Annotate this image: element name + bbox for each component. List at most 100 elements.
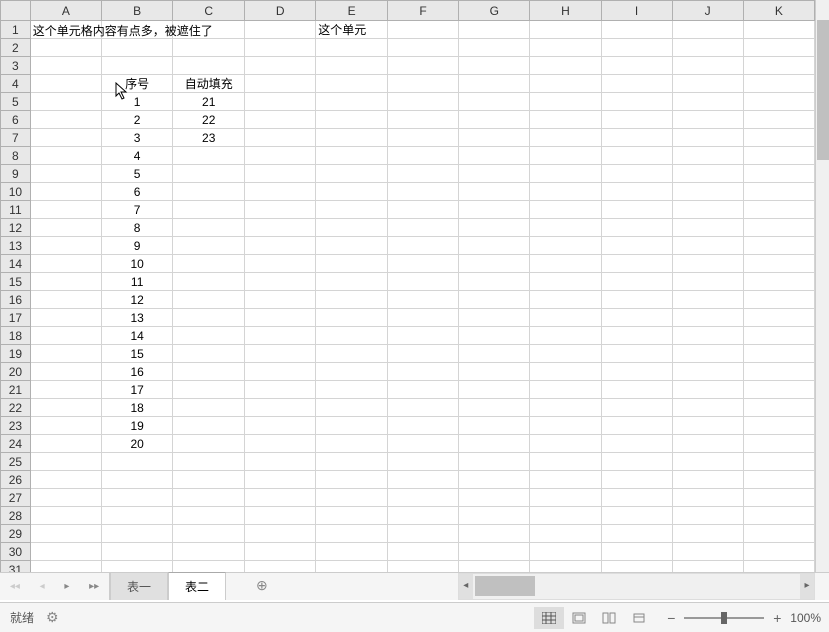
cell-I13[interactable] bbox=[601, 237, 672, 255]
cell-E26[interactable] bbox=[316, 471, 388, 489]
column-header-H[interactable]: H bbox=[530, 1, 601, 21]
cell-C17[interactable] bbox=[173, 309, 245, 327]
cell-H4[interactable] bbox=[530, 75, 601, 93]
cell-G11[interactable] bbox=[459, 201, 530, 219]
column-header-A[interactable]: A bbox=[30, 1, 101, 21]
cell-D11[interactable] bbox=[245, 201, 316, 219]
cell-J31[interactable] bbox=[672, 561, 743, 573]
cell-A19[interactable] bbox=[30, 345, 101, 363]
cell-E18[interactable] bbox=[316, 327, 388, 345]
cell-D4[interactable] bbox=[245, 75, 316, 93]
zoom-in-button[interactable]: + bbox=[770, 610, 784, 626]
cell-F23[interactable] bbox=[388, 417, 459, 435]
cell-F28[interactable] bbox=[388, 507, 459, 525]
cell-G13[interactable] bbox=[459, 237, 530, 255]
row-header-19[interactable]: 19 bbox=[1, 345, 31, 363]
cell-E5[interactable] bbox=[316, 93, 388, 111]
row-header-10[interactable]: 10 bbox=[1, 183, 31, 201]
cell-I16[interactable] bbox=[601, 291, 672, 309]
cell-H30[interactable] bbox=[530, 543, 601, 561]
tab-nav-prev-icon[interactable]: ◂ bbox=[40, 581, 45, 592]
cell-A2[interactable] bbox=[30, 39, 101, 57]
cell-K25[interactable] bbox=[743, 453, 814, 471]
cell-E10[interactable] bbox=[316, 183, 388, 201]
cell-D14[interactable] bbox=[245, 255, 316, 273]
cell-G6[interactable] bbox=[459, 111, 530, 129]
cell-A21[interactable] bbox=[30, 381, 101, 399]
cell-C25[interactable] bbox=[173, 453, 245, 471]
row-header-4[interactable]: 4 bbox=[1, 75, 31, 93]
cell-J11[interactable] bbox=[672, 201, 743, 219]
cell-D15[interactable] bbox=[245, 273, 316, 291]
cell-E1[interactable]: 这个单元 bbox=[316, 21, 388, 39]
cell-A22[interactable] bbox=[30, 399, 101, 417]
cell-E3[interactable] bbox=[316, 57, 388, 75]
cell-D3[interactable] bbox=[245, 57, 316, 75]
cell-F11[interactable] bbox=[388, 201, 459, 219]
cell-D20[interactable] bbox=[245, 363, 316, 381]
cell-E7[interactable] bbox=[316, 129, 388, 147]
cell-G16[interactable] bbox=[459, 291, 530, 309]
cell-A16[interactable] bbox=[30, 291, 101, 309]
view-page-break-button[interactable] bbox=[594, 607, 624, 629]
column-header-F[interactable]: F bbox=[388, 1, 459, 21]
cell-J3[interactable] bbox=[672, 57, 743, 75]
cell-K6[interactable] bbox=[743, 111, 814, 129]
cell-F30[interactable] bbox=[388, 543, 459, 561]
cell-C24[interactable] bbox=[173, 435, 245, 453]
cell-B17[interactable]: 13 bbox=[101, 309, 172, 327]
row-header-7[interactable]: 7 bbox=[1, 129, 31, 147]
cell-G27[interactable] bbox=[459, 489, 530, 507]
cell-J6[interactable] bbox=[672, 111, 743, 129]
cell-E6[interactable] bbox=[316, 111, 388, 129]
cell-A1[interactable]: 这个单元格内容有点多，被遮住了 bbox=[30, 21, 101, 39]
cell-H28[interactable] bbox=[530, 507, 601, 525]
cell-J18[interactable] bbox=[672, 327, 743, 345]
cell-D30[interactable] bbox=[245, 543, 316, 561]
cell-A14[interactable] bbox=[30, 255, 101, 273]
cell-B7[interactable]: 3 bbox=[101, 129, 172, 147]
row-header-27[interactable]: 27 bbox=[1, 489, 31, 507]
cell-C9[interactable] bbox=[173, 165, 245, 183]
cell-D26[interactable] bbox=[245, 471, 316, 489]
cell-J10[interactable] bbox=[672, 183, 743, 201]
column-header-C[interactable]: C bbox=[173, 1, 245, 21]
cell-H14[interactable] bbox=[530, 255, 601, 273]
cell-E24[interactable] bbox=[316, 435, 388, 453]
cell-D19[interactable] bbox=[245, 345, 316, 363]
cell-B24[interactable]: 20 bbox=[101, 435, 172, 453]
cell-I19[interactable] bbox=[601, 345, 672, 363]
cell-B30[interactable] bbox=[101, 543, 172, 561]
cell-J26[interactable] bbox=[672, 471, 743, 489]
cell-J8[interactable] bbox=[672, 147, 743, 165]
cell-G30[interactable] bbox=[459, 543, 530, 561]
cell-D31[interactable] bbox=[245, 561, 316, 573]
cell-K13[interactable] bbox=[743, 237, 814, 255]
cell-E27[interactable] bbox=[316, 489, 388, 507]
cell-A15[interactable] bbox=[30, 273, 101, 291]
cell-D5[interactable] bbox=[245, 93, 316, 111]
cell-C19[interactable] bbox=[173, 345, 245, 363]
cell-F10[interactable] bbox=[388, 183, 459, 201]
cell-K18[interactable] bbox=[743, 327, 814, 345]
cell-B5[interactable]: 1 bbox=[101, 93, 172, 111]
cell-F7[interactable] bbox=[388, 129, 459, 147]
cell-H13[interactable] bbox=[530, 237, 601, 255]
cell-C7[interactable]: 23 bbox=[173, 129, 245, 147]
tab-nav-last-icon[interactable]: ▸▸ bbox=[89, 581, 99, 592]
cell-H7[interactable] bbox=[530, 129, 601, 147]
cell-D8[interactable] bbox=[245, 147, 316, 165]
cell-I5[interactable] bbox=[601, 93, 672, 111]
cell-K12[interactable] bbox=[743, 219, 814, 237]
cell-G7[interactable] bbox=[459, 129, 530, 147]
cell-A31[interactable] bbox=[30, 561, 101, 573]
cell-H23[interactable] bbox=[530, 417, 601, 435]
cell-G18[interactable] bbox=[459, 327, 530, 345]
row-header-15[interactable]: 15 bbox=[1, 273, 31, 291]
cell-B21[interactable]: 17 bbox=[101, 381, 172, 399]
cell-I29[interactable] bbox=[601, 525, 672, 543]
select-all-corner[interactable] bbox=[1, 1, 31, 21]
cell-I14[interactable] bbox=[601, 255, 672, 273]
cell-C22[interactable] bbox=[173, 399, 245, 417]
cell-C15[interactable] bbox=[173, 273, 245, 291]
